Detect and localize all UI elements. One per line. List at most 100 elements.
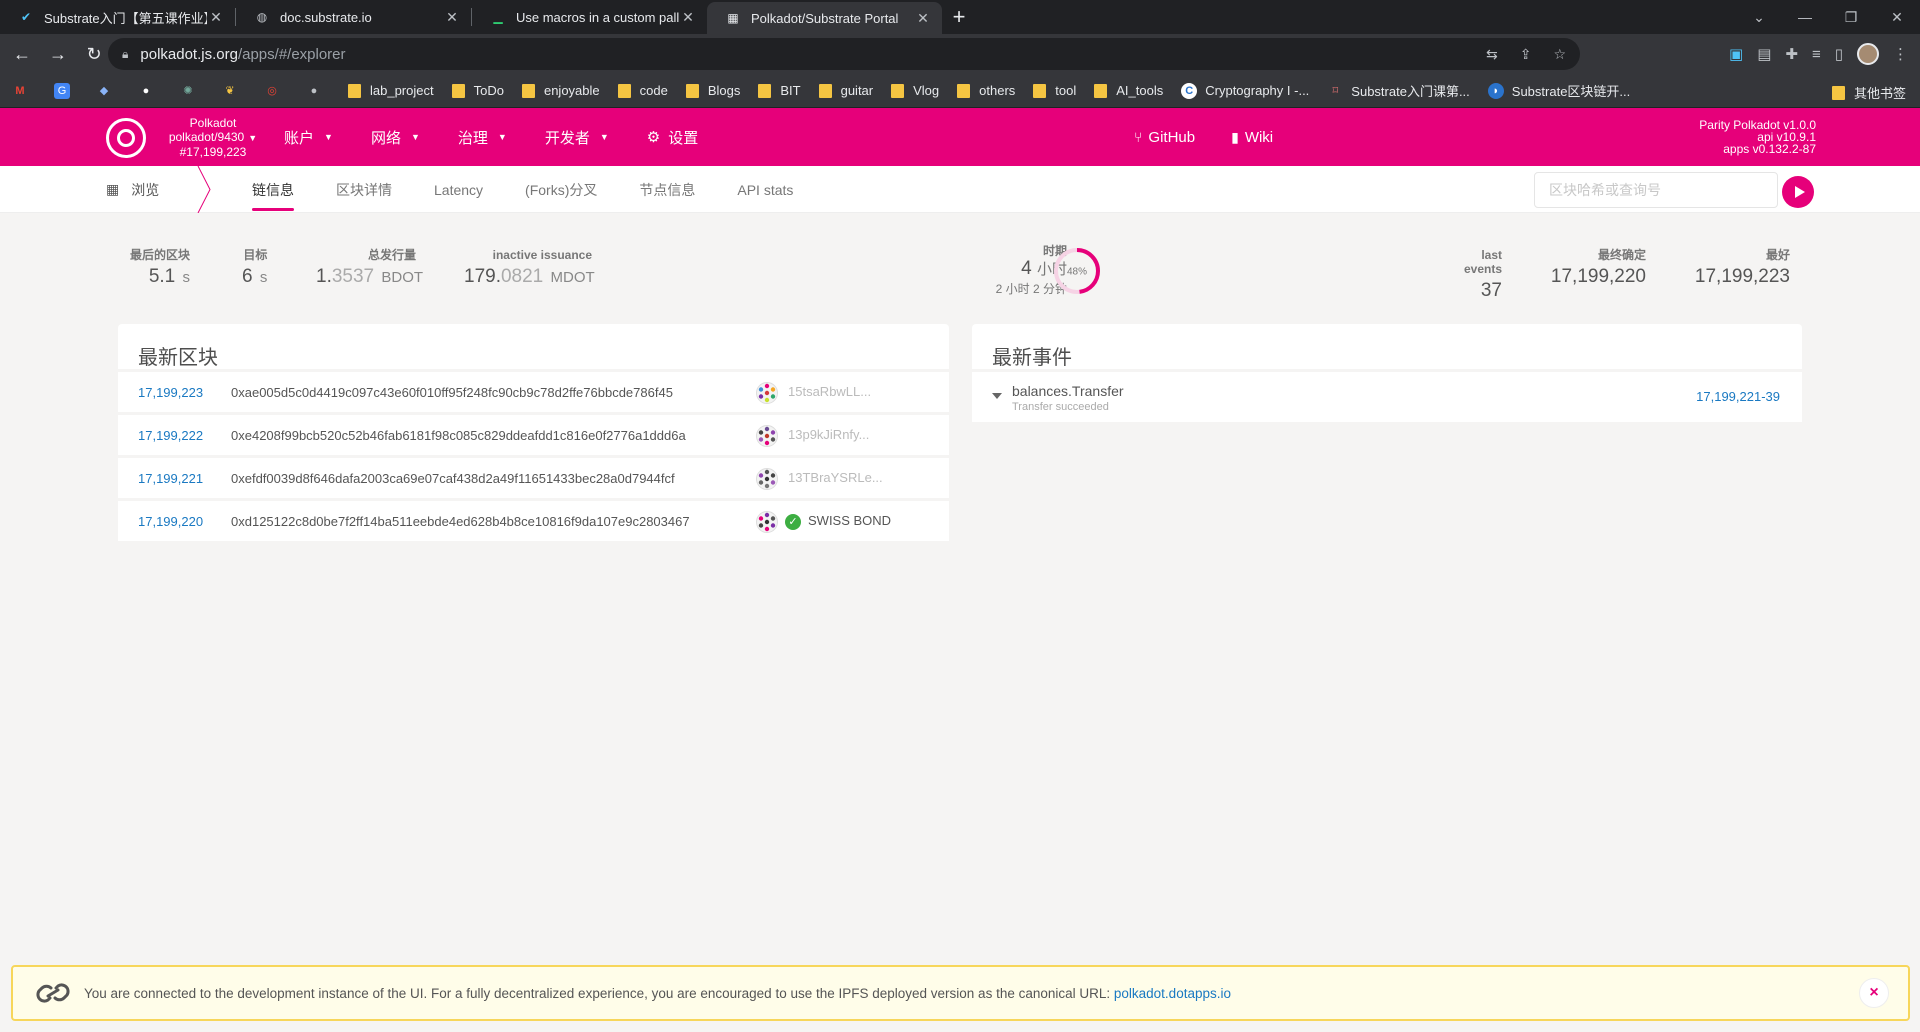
tab-node-info[interactable]: 节点信息 (639, 166, 695, 213)
bookmark-label: Cryptography I -... (1205, 83, 1310, 98)
folder-icon (891, 83, 905, 98)
bookmark-folder[interactable]: AI_tools (1094, 83, 1163, 98)
bookmark-folder[interactable]: Blogs (685, 83, 740, 98)
block-author[interactable]: 13TBraYSRLe... (788, 470, 883, 485)
sidepanel-icon[interactable]: ▯ (1835, 45, 1843, 63)
bookmark-folder[interactable]: Vlog (891, 83, 939, 98)
menu-label: 网络 (370, 129, 401, 147)
close-icon[interactable]: ✕ (443, 8, 461, 26)
profile-avatar[interactable] (1857, 43, 1879, 65)
close-notice-button[interactable]: × (1859, 978, 1889, 1008)
folder-icon (818, 83, 832, 98)
chevron-down-icon: ▼ (599, 132, 609, 142)
bookmark-folder[interactable]: lab_project (348, 83, 434, 98)
event-block-link[interactable]: 17,199,221-39 (1696, 389, 1780, 404)
bookmark-folder[interactable]: others (957, 83, 1015, 98)
bookmark-folder[interactable]: enjoyable (521, 83, 600, 98)
identicon-icon[interactable] (756, 382, 778, 404)
minimize-icon[interactable]: — (1782, 0, 1828, 34)
bookmark[interactable]: M (12, 83, 36, 99)
stat-value: 5.1 (148, 266, 176, 287)
block-number-link[interactable]: 17,199,220 (138, 514, 231, 529)
reload-button[interactable]: ↻ (76, 38, 112, 70)
github-link[interactable]: ⑂ GitHub (1134, 129, 1195, 146)
playlist-icon[interactable]: ≡ (1812, 46, 1821, 63)
close-icon[interactable]: ✕ (679, 8, 697, 26)
identicon-icon[interactable] (756, 511, 778, 533)
chain-selector[interactable]: Polkadot polkadot/9430 ▼ #17,199,223 (158, 116, 268, 159)
ipfs-link[interactable]: polkadot.dotapps.io (1114, 986, 1231, 1001)
close-window-icon[interactable]: ✕ (1874, 0, 1920, 34)
bookmark-folder[interactable]: code (617, 83, 668, 98)
bookmark-folder[interactable]: guitar (818, 83, 873, 98)
tab-latency[interactable]: Latency (434, 166, 483, 213)
close-icon[interactable]: ✕ (207, 8, 225, 26)
block-number-link[interactable]: 17,199,222 (138, 428, 231, 443)
bookmark[interactable]: ● (138, 83, 162, 99)
stat-last-block: 最后的区块 5.1 s (130, 248, 190, 289)
browser-tab-active[interactable]: ▦ Polkadot/Substrate Portal ✕ (707, 2, 942, 34)
bookmark-label: Vlog (913, 83, 940, 98)
browser-tab[interactable]: ▁ Use macros in a custom pallet ✕ (472, 0, 707, 34)
share-icon[interactable]: ⇪ (1520, 46, 1532, 63)
tab-search-icon[interactable]: ⌄ (1736, 0, 1782, 34)
bookmark[interactable]: ◗ Substrate区块链开... (1487, 81, 1630, 100)
other-bookmarks[interactable]: 其他书签 (1831, 83, 1906, 102)
wiki-link[interactable]: ▮ Wiki (1231, 129, 1273, 146)
bookmark[interactable]: ✺ (180, 83, 204, 99)
play-icon (1794, 186, 1805, 198)
bookmark[interactable]: C Cryptography I -... (1181, 82, 1310, 99)
search-go-button[interactable] (1782, 176, 1814, 208)
bookmark[interactable]: ❦ (222, 83, 246, 99)
identicon-icon[interactable] (756, 468, 778, 490)
bookmark-star-icon[interactable]: ☆ (1553, 46, 1566, 63)
event-row[interactable]: balances.Transfer Transfer succeeded 17,… (972, 372, 1802, 422)
tab-forks[interactable]: (Forks)分叉 (525, 166, 597, 213)
stat-value-int: 1. (316, 266, 332, 287)
address-bar[interactable]: 🔒︎ polkadot.js.org /apps/#/explorer ⇆ ⇪ … (108, 38, 1580, 70)
block-hash: 0xefdf0039d8f646dafa2003ca69e07caf438d2a… (231, 470, 675, 486)
menu-developer[interactable]: 开发者 ▼ (545, 127, 609, 148)
caret-down-icon[interactable] (992, 393, 1002, 399)
block-search-input[interactable] (1534, 172, 1778, 208)
bookmark-folder[interactable]: tool (1033, 83, 1076, 98)
extension-icons: ▣ ▤ ✚ ≡ ▯ ⋮ (1729, 34, 1920, 74)
forward-button[interactable]: → (40, 38, 76, 70)
tab-block-details[interactable]: 区块详情 (336, 166, 392, 213)
bookmark-folder[interactable]: ToDo (451, 83, 504, 98)
bookmark-folder[interactable]: BIT (758, 83, 801, 98)
translate-icon[interactable]: ⇆ (1486, 46, 1498, 63)
tab-chain-info[interactable]: 链信息 (252, 166, 294, 213)
bookmark[interactable]: ◎ (264, 83, 288, 99)
extension-icon[interactable]: ▣ (1729, 45, 1743, 63)
block-number-link[interactable]: 17,199,223 (138, 385, 231, 400)
bookmark[interactable]: ● (306, 83, 330, 99)
puzzle-icon[interactable]: ✚ (1785, 45, 1798, 63)
new-tab-button[interactable]: + (942, 0, 976, 34)
extension-icon[interactable]: ▤ (1757, 45, 1771, 63)
identicon-icon[interactable] (756, 425, 778, 447)
browser-tab[interactable]: ◍ doc.substrate.io ✕ (236, 0, 471, 34)
polkadot-logo-icon[interactable] (106, 118, 146, 158)
block-number-link[interactable]: 17,199,221 (138, 471, 231, 486)
block-author[interactable]: 15tsaRbwLL... (788, 384, 871, 399)
menu-governance[interactable]: 治理 ▼ (458, 127, 507, 148)
menu-network[interactable]: 网络 ▼ (371, 127, 420, 148)
lock-icon[interactable]: 🔒︎ (122, 47, 128, 62)
tab-api-stats[interactable]: API stats (737, 166, 793, 213)
back-button[interactable]: ← (4, 38, 40, 70)
block-author[interactable]: 13p9kJiRnfy... (788, 427, 869, 442)
coursera-icon: C (1181, 82, 1198, 99)
bookmark[interactable]: G (54, 82, 78, 99)
menu-accounts[interactable]: 账户 ▼ (284, 127, 333, 148)
block-author[interactable]: SWISS BOND (808, 513, 891, 528)
restore-icon[interactable]: ❐ (1828, 0, 1874, 34)
bookmark[interactable]: ◆ (96, 83, 120, 99)
chevron-down-icon: ▼ (497, 132, 507, 142)
close-icon[interactable]: ✕ (914, 9, 932, 27)
more-menu-icon[interactable]: ⋮ (1893, 45, 1908, 63)
bookmark[interactable]: ⌑ Substrate入门课第... (1327, 81, 1469, 100)
menu-settings[interactable]: ⚙ 设置 (647, 127, 698, 148)
browse-section[interactable]: ▦ 浏览 (106, 166, 159, 213)
browser-tab[interactable]: ✔ Substrate入门【第五课作业】 - ✕ (0, 0, 235, 34)
